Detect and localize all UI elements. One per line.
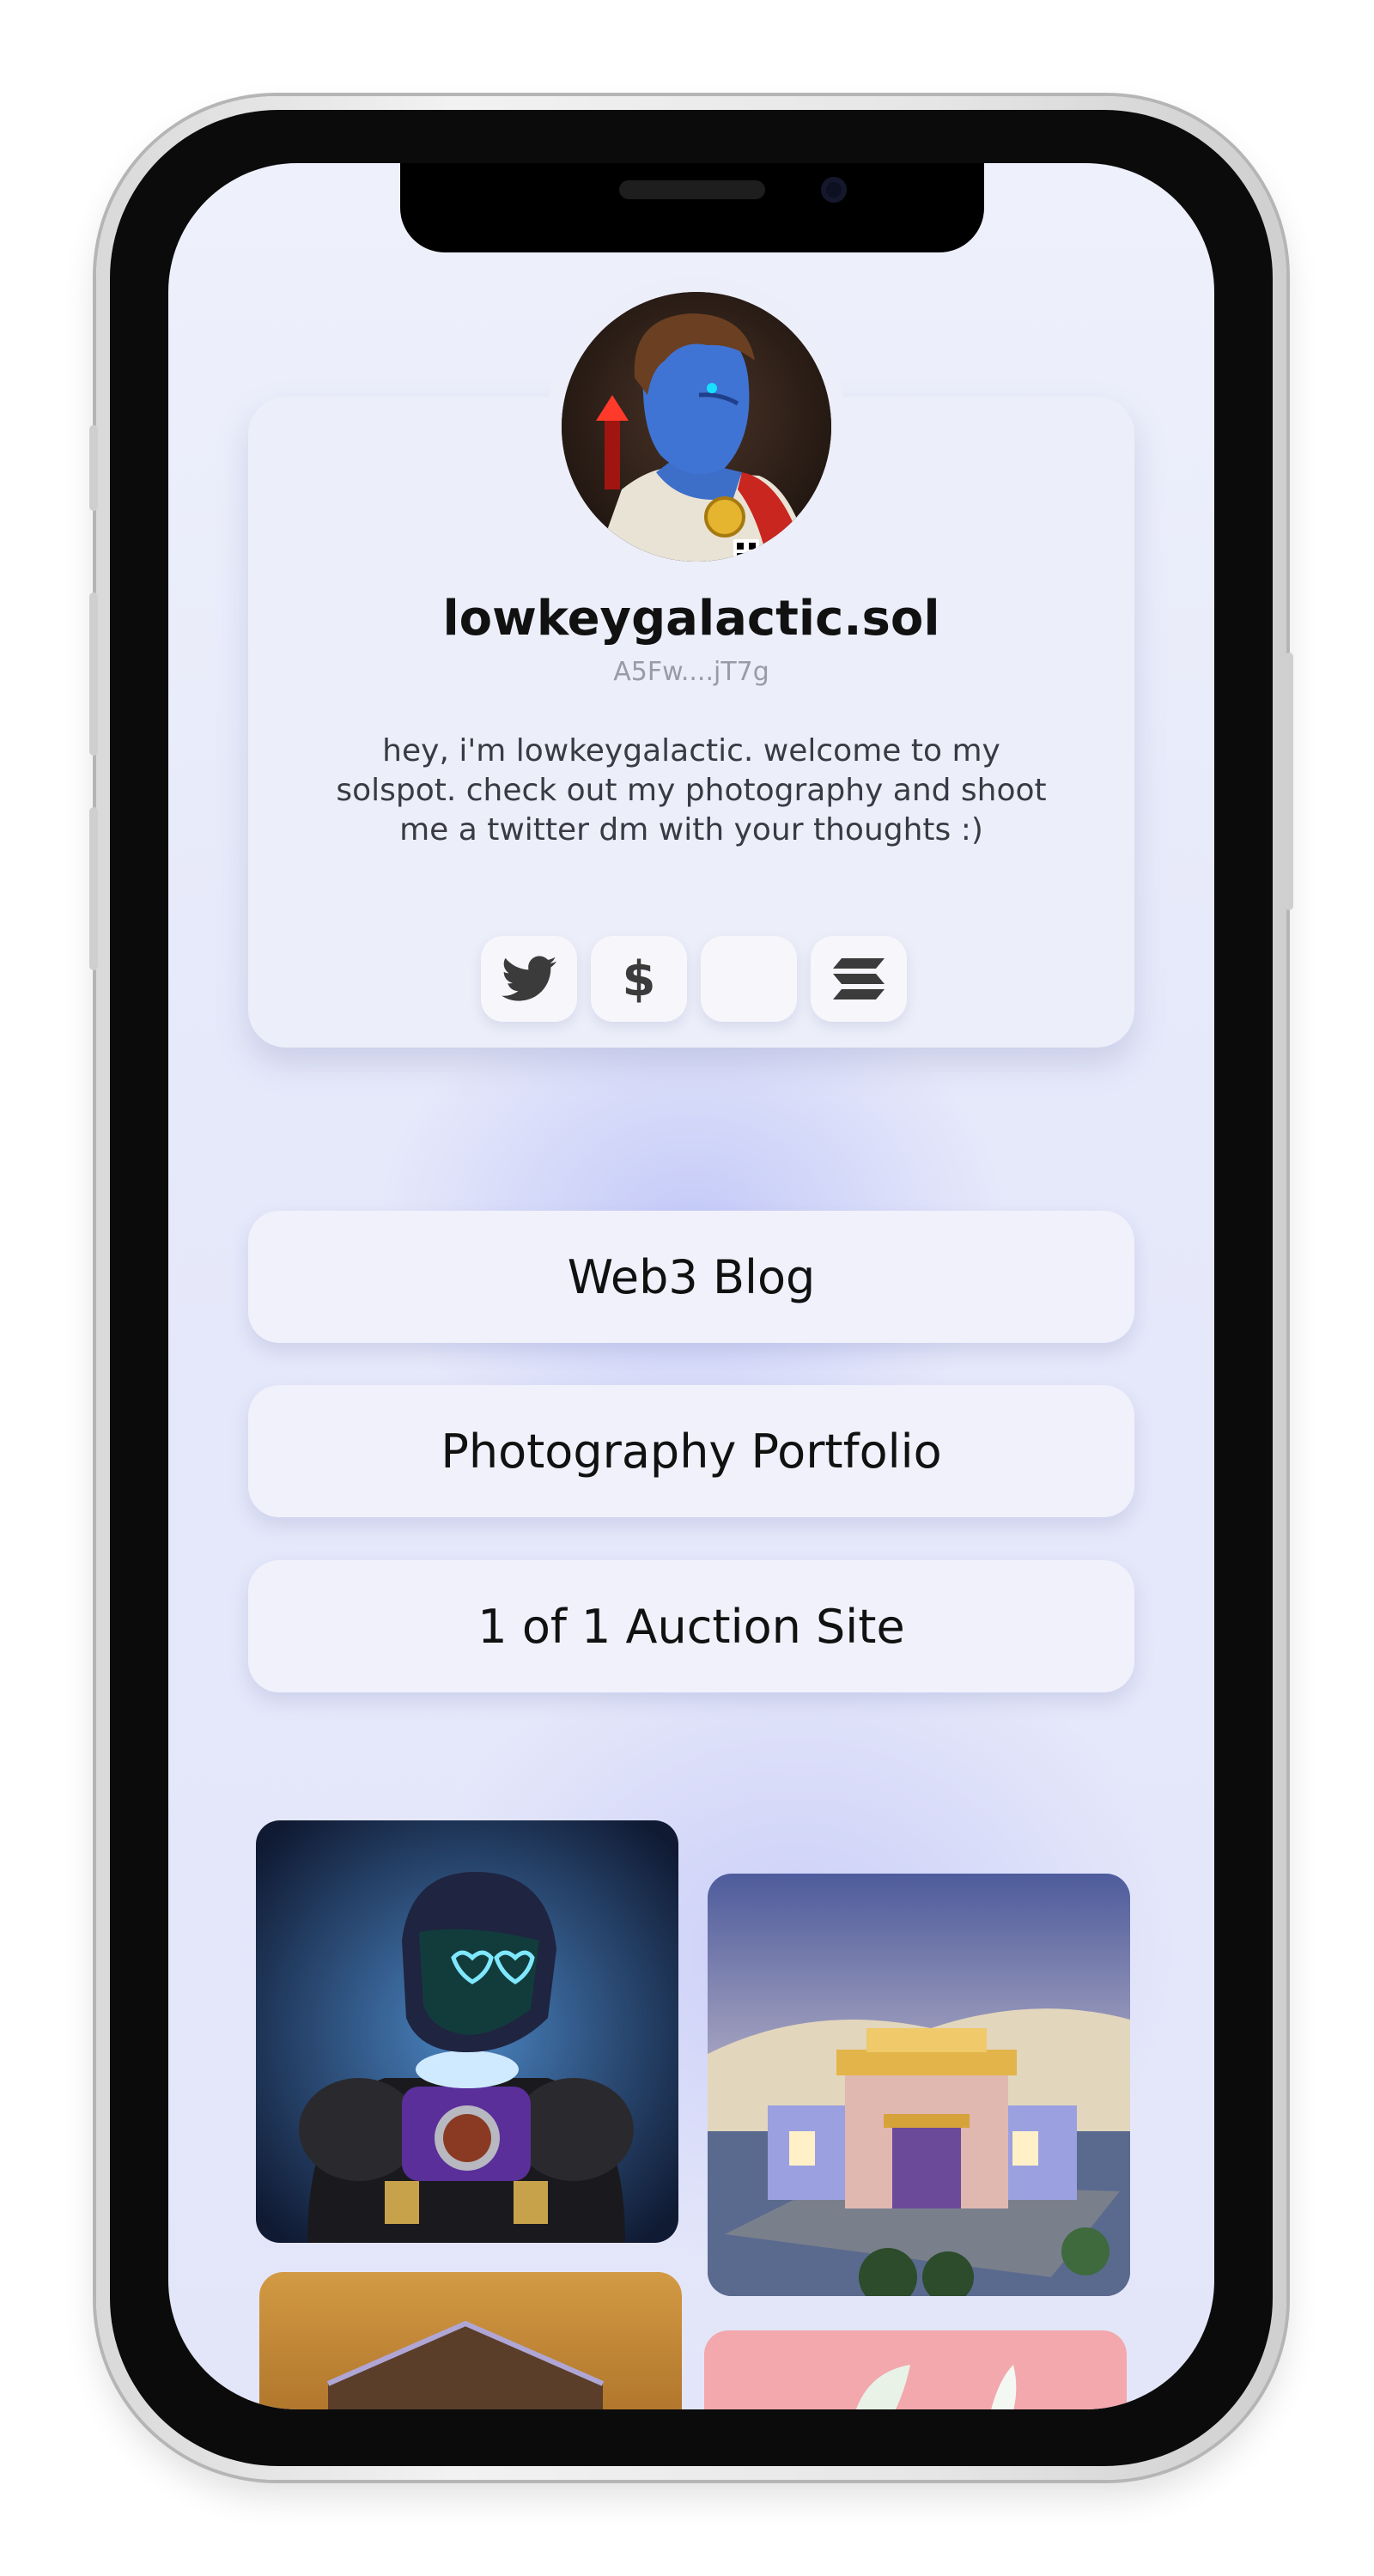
bio-text: hey, i'm lowkeygalactic. welcome to my s… [336,733,1047,848]
avatar[interactable] [562,292,831,562]
tip-button[interactable]: $ [591,936,687,1022]
solana-button[interactable] [811,936,907,1022]
link-button-web3-blog[interactable]: Web3 Blog [248,1211,1134,1343]
house-3d-nft-image [708,1874,1130,2296]
solana-logo-icon [833,958,885,999]
gallery-image-building[interactable] [259,2272,682,2409]
power-button [1285,653,1293,910]
robot-astronaut-nft-image [256,1820,678,2243]
speaker-grill [619,180,765,199]
pink-plant-nft-image [704,2330,1127,2409]
screen: lowkeygalactic.sol A5Fw....jT7g hey, i'm… [168,163,1214,2409]
orange-building-nft-image [259,2272,682,2409]
dollar-icon: $ [622,951,656,1007]
wallet-address[interactable]: A5Fw....jT7g [248,657,1134,687]
gallery-image-plant[interactable] [704,2330,1127,2409]
link-button-auction-site[interactable]: 1 of 1 Auction Site [248,1560,1134,1692]
gallery-image-house[interactable] [708,1874,1130,2296]
front-camera [821,177,847,203]
twitter-button[interactable] [481,936,577,1022]
username: lowkeygalactic.sol [442,591,940,647]
blank-social-button[interactable] [701,936,797,1022]
social-links: $ [481,936,907,1022]
gallery-image-robot[interactable] [256,1820,678,2243]
notch [400,163,984,252]
volume-down-button [89,807,98,970]
link-button-photography-portfolio[interactable]: Photography Portfolio [248,1385,1134,1517]
volume-up-button [89,592,98,756]
avatar-illustration [562,292,831,562]
mute-switch [89,425,98,511]
twitter-bird-icon [502,956,556,1001]
